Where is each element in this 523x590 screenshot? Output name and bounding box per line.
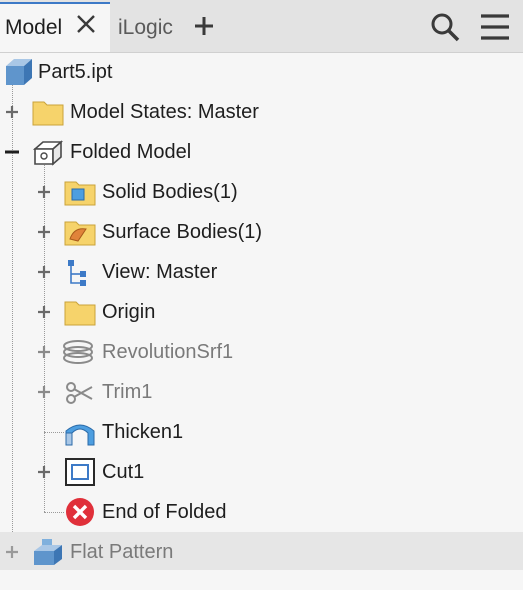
tree-item-label: Folded Model bbox=[70, 141, 192, 163]
tree-item-label: Trim1 bbox=[102, 381, 153, 403]
tree-item-label: Flat Pattern bbox=[70, 541, 174, 563]
tree-item-label: End of Folded bbox=[102, 501, 227, 523]
tree-item-model-states[interactable]: Model States: Master bbox=[0, 92, 523, 132]
tree-item-label: Model States: Master bbox=[70, 101, 259, 123]
expand-plus-icon[interactable] bbox=[36, 384, 52, 400]
tree-item-label: Thicken1 bbox=[102, 421, 184, 443]
expand-plus-icon[interactable] bbox=[4, 104, 20, 120]
tree-item-label: Cut1 bbox=[102, 461, 145, 483]
tree-item-label: RevolutionSrf1 bbox=[102, 341, 234, 363]
expand-plus-icon[interactable] bbox=[4, 544, 20, 560]
flat-pattern-icon bbox=[34, 539, 62, 565]
folder-icon bbox=[32, 101, 64, 126]
tree-item-flat-pattern[interactable]: Flat Pattern bbox=[0, 532, 523, 572]
tree-item-view-master[interactable]: View: Master bbox=[0, 252, 523, 292]
tree-item-label: Solid Bodies(1) bbox=[102, 181, 238, 203]
end-of-part-error-icon bbox=[66, 498, 94, 526]
part-file-icon bbox=[6, 59, 32, 85]
tab-ilogic-label: iLogic bbox=[118, 16, 173, 39]
tree-item-cut[interactable]: Cut1 bbox=[0, 452, 523, 492]
tree-item-thicken[interactable]: Thicken1 bbox=[0, 412, 523, 452]
collapse-minus-icon[interactable] bbox=[4, 144, 20, 160]
tree-item-revolution-surface[interactable]: RevolutionSrf1 bbox=[0, 332, 523, 372]
expand-plus-icon[interactable] bbox=[36, 224, 52, 240]
thicken-icon bbox=[65, 424, 95, 446]
surface-bodies-folder-icon bbox=[64, 221, 96, 246]
tree-item-label: Origin bbox=[102, 301, 156, 323]
tree-item-origin[interactable]: Origin bbox=[0, 292, 523, 332]
close-icon[interactable] bbox=[74, 12, 98, 36]
tree-item-folded-model[interactable]: Folded Model bbox=[0, 132, 523, 172]
expand-plus-icon[interactable] bbox=[36, 264, 52, 280]
tree-item-trim[interactable]: Trim1 bbox=[0, 372, 523, 412]
browser-footer bbox=[0, 570, 523, 590]
solid-bodies-folder-icon bbox=[64, 181, 96, 206]
expand-plus-icon[interactable] bbox=[36, 184, 52, 200]
tree-item-surface-bodies[interactable]: Surface Bodies(1) bbox=[0, 212, 523, 252]
tab-model-label: Model bbox=[5, 16, 63, 39]
view-representation-icon bbox=[68, 260, 86, 286]
expand-plus-icon[interactable] bbox=[36, 344, 52, 360]
tree-root-part[interactable]: Part5.ipt bbox=[0, 52, 523, 92]
folder-icon bbox=[64, 301, 96, 326]
sheet-metal-folded-icon bbox=[32, 140, 64, 166]
revolve-surface-icon bbox=[63, 340, 93, 364]
plus-icon[interactable] bbox=[192, 14, 216, 38]
scissors-trim-icon bbox=[66, 382, 93, 404]
tree-root-label: Part5.ipt bbox=[38, 61, 113, 83]
search-icon[interactable] bbox=[430, 12, 460, 42]
tree-item-end-of-folded[interactable]: End of Folded bbox=[0, 492, 523, 532]
browser-tab-bar: Model iLogic bbox=[0, 0, 523, 53]
hamburger-menu-icon[interactable] bbox=[480, 13, 510, 41]
tab-ilogic[interactable]: iLogic bbox=[118, 4, 173, 52]
tree-item-solid-bodies[interactable]: Solid Bodies(1) bbox=[0, 172, 523, 212]
tree-item-label: Surface Bodies(1) bbox=[102, 221, 263, 243]
expand-plus-icon[interactable] bbox=[36, 464, 52, 480]
expand-plus-icon[interactable] bbox=[36, 304, 52, 320]
tree-item-label: View: Master bbox=[102, 261, 218, 283]
cut-feature-icon bbox=[65, 458, 95, 486]
model-browser-tree: Part5.ipt Model States: Master Folded Mo… bbox=[0, 52, 523, 590]
